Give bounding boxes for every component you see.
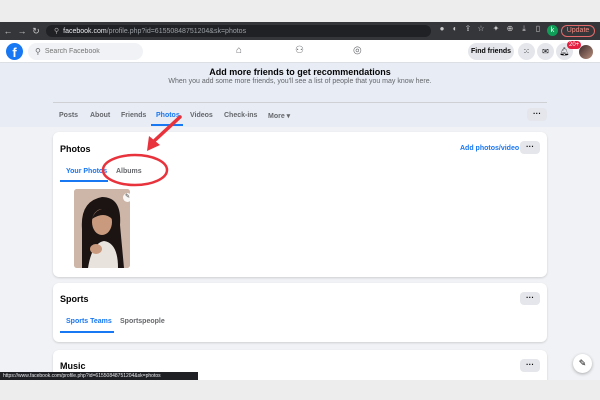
tab-photos[interactable]: Photos xyxy=(156,112,180,119)
extensions-icon[interactable]: ✦ xyxy=(491,24,501,33)
profile-tabs: Posts About Friends Photos Videos Check-… xyxy=(53,102,547,126)
url-host: facebook.com xyxy=(63,27,107,35)
music-more-button[interactable]: ··· xyxy=(520,359,540,372)
home-icon[interactable]: ⌂ xyxy=(236,45,242,56)
url-path: /profile.php?id=61550848751204&sk=photos xyxy=(106,27,247,35)
address-bar[interactable]: ⚲ facebook.com /profile.php?id=615508487… xyxy=(46,25,431,37)
facebook-logo-icon[interactable]: f xyxy=(6,43,23,60)
tab-posts[interactable]: Posts xyxy=(59,112,78,119)
tab-more[interactable]: More ▾ xyxy=(268,112,290,120)
find-friends-button[interactable]: Find friends xyxy=(468,43,514,60)
profile-icon[interactable]: k xyxy=(547,25,558,36)
photos-more-button[interactable]: ··· xyxy=(520,141,540,154)
forward-icon[interactable]: → xyxy=(16,26,28,36)
tab-albums[interactable]: Albums xyxy=(116,168,142,175)
active-tab-indicator xyxy=(151,124,183,126)
search-box[interactable]: ⚲ xyxy=(28,43,143,60)
profile-photo-thumbnail[interactable] xyxy=(74,189,130,268)
add-photos-link[interactable]: Add photos/video xyxy=(460,145,519,152)
search-icon: ⚲ xyxy=(35,47,41,56)
extension-icon[interactable]: ⊕ xyxy=(505,24,515,33)
tab-about[interactable]: About xyxy=(90,112,110,119)
bottom-margin xyxy=(0,380,600,400)
sports-title: Sports xyxy=(60,294,89,304)
your-photos-underline xyxy=(60,180,108,182)
link-status-bar: https://www.facebook.com/profile.php?id=… xyxy=(0,372,198,380)
bookmark-star-icon[interactable]: ☆ xyxy=(476,24,486,33)
facebook-header: f ⚲ ⌂ ⚇ ◎ Find friends ⁙ ✉ 🔔︎ xyxy=(0,40,600,63)
tab-your-photos[interactable]: Your Photos xyxy=(66,168,107,175)
sports-more-button[interactable]: ··· xyxy=(520,292,540,305)
reload-icon[interactable]: ↻ xyxy=(30,26,42,37)
photos-title: Photos xyxy=(60,144,91,154)
translate-icon[interactable]: ◐ xyxy=(450,24,460,33)
edit-photo-icon[interactable]: ✎ xyxy=(123,193,132,202)
messenger-icon[interactable]: ✉ xyxy=(537,43,554,60)
download-icon[interactable]: ⤓ xyxy=(519,24,529,34)
google-icon[interactable]: ● xyxy=(437,24,447,33)
tab-sportspeople[interactable]: Sportspeople xyxy=(120,318,165,325)
tab-sports-teams[interactable]: Sports Teams xyxy=(66,318,112,325)
new-message-icon[interactable]: ✎ xyxy=(573,354,592,373)
music-title: Music xyxy=(60,361,86,371)
back-icon[interactable]: ← xyxy=(2,26,14,36)
groups-icon[interactable]: ◎ xyxy=(353,45,362,56)
profile-more-button[interactable]: ··· xyxy=(527,108,547,121)
site-info-icon[interactable]: ⚲ xyxy=(54,27,59,35)
account-avatar[interactable] xyxy=(579,45,593,59)
sidepanel-icon[interactable]: ▯ xyxy=(533,24,543,33)
sports-card xyxy=(53,283,547,342)
search-input[interactable] xyxy=(44,48,135,55)
friends-icon[interactable]: ⚇ xyxy=(295,45,304,56)
tab-strip xyxy=(0,0,600,22)
tab-checkins[interactable]: Check-ins xyxy=(224,112,257,119)
sports-teams-underline xyxy=(60,331,114,333)
update-button[interactable]: Update xyxy=(561,25,595,37)
recommendations-title: Add more friends to get recommendations xyxy=(209,67,391,77)
recommendations-subtitle: When you add some more friends, you'll s… xyxy=(168,78,432,85)
menu-grid-icon[interactable]: ⁙ xyxy=(518,43,535,60)
tab-videos[interactable]: Videos xyxy=(190,112,213,119)
share-icon[interactable]: ⇪ xyxy=(463,24,473,33)
tab-friends[interactable]: Friends xyxy=(121,112,146,119)
